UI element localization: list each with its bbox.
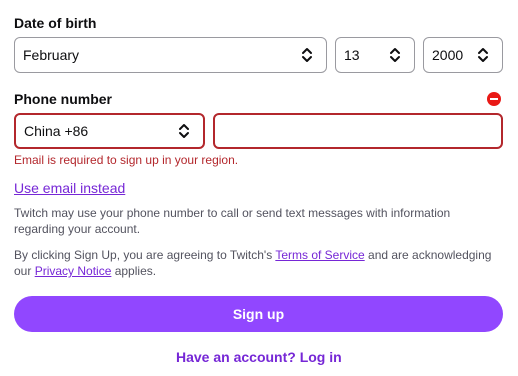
country-code-value: China +86 [24,123,89,139]
chevron-up-down-icon [296,44,318,66]
country-code-select[interactable]: China +86 [14,113,205,149]
dob-day-select[interactable]: 13 [335,37,415,73]
error-icon [486,91,502,107]
use-email-link[interactable]: Use email instead [14,180,125,196]
chevron-up-down-icon [472,44,494,66]
dob-day-value: 13 [344,47,360,63]
terms-suffix: applies. [111,264,157,278]
signup-button[interactable]: Sign up [14,296,503,332]
login-link[interactable]: Have an account? Log in [176,349,342,365]
dob-month-value: February [23,47,80,63]
phone-error-message: Email is required to sign up in your reg… [14,153,239,167]
terms-text: By clicking Sign Up, you are agreeing to… [14,247,494,279]
dob-year-value: 2000 [432,47,464,63]
terms-prefix: By clicking Sign Up, you are agreeing to… [14,248,276,262]
dob-year-select[interactable]: 2000 [423,37,503,73]
chevron-up-down-icon [384,44,406,66]
privacy-notice-link[interactable]: Privacy Notice [35,264,112,278]
phone-number-input[interactable] [213,113,503,149]
terms-of-service-link[interactable]: Terms of Service [275,248,364,262]
dob-label: Date of birth [14,15,97,31]
phone-disclaimer: Twitch may use your phone number to call… [14,206,451,236]
dob-month-select[interactable]: February [14,37,327,73]
phone-label: Phone number [14,91,113,107]
chevron-up-down-icon [173,120,195,142]
